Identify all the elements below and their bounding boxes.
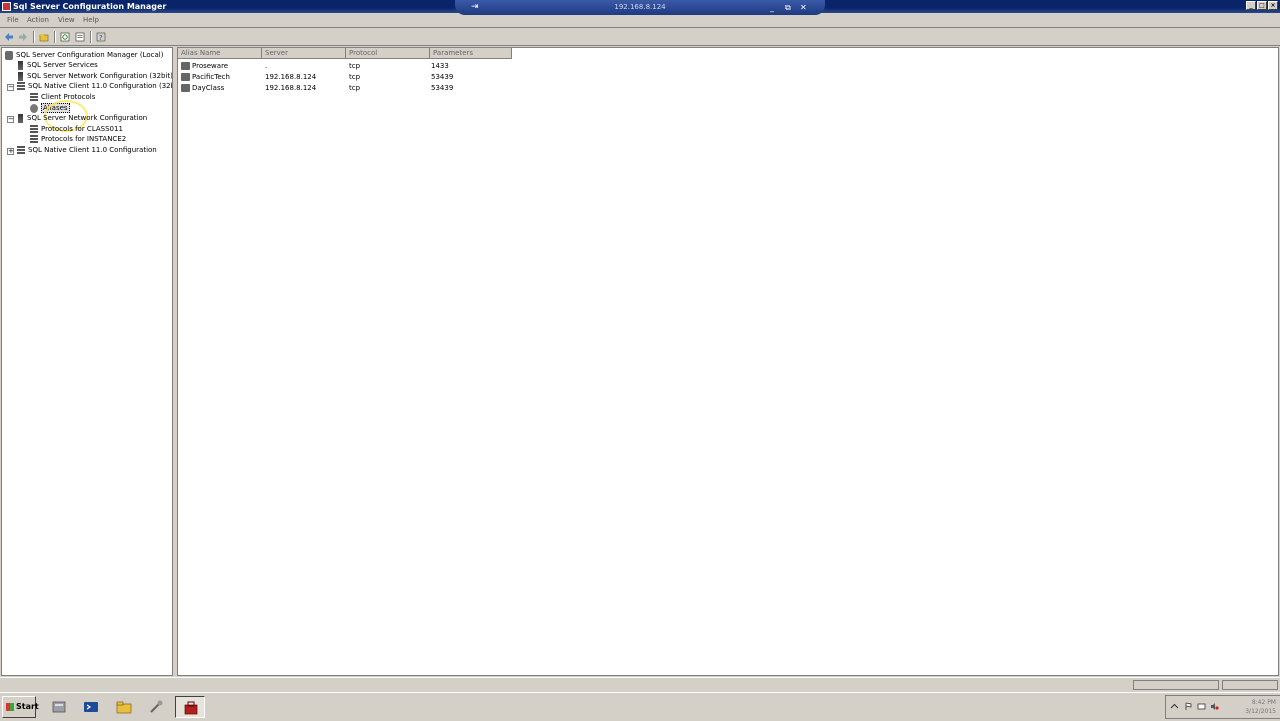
alias-parameters: 1433: [431, 62, 449, 70]
network-icon[interactable]: [1197, 702, 1206, 711]
tree-expander-collapse[interactable]: −: [7, 84, 14, 91]
server-icon: [18, 71, 23, 81]
tools-icon: [150, 700, 163, 713]
toolbar-separator: [90, 31, 92, 43]
alias-icon: [181, 84, 190, 92]
tree-item-native-client[interactable]: SQL Native Client 11.0 Configuration: [17, 145, 157, 155]
alias-protocol: tcp: [349, 73, 361, 81]
action-center-flag-icon[interactable]: [1184, 702, 1193, 711]
toolbox-icon: [184, 701, 198, 715]
export-list-icon[interactable]: [75, 32, 85, 42]
volume-muted-icon[interactable]: [1210, 702, 1219, 711]
tree-expander-collapse[interactable]: −: [7, 116, 14, 123]
help-icon[interactable]: ?: [96, 32, 106, 42]
alias-name: PacificTech: [192, 73, 230, 81]
configuration-manager-icon: [5, 50, 13, 60]
forward-arrow-icon[interactable]: [18, 32, 28, 42]
maximize-button[interactable]: □: [1257, 1, 1267, 10]
window-controls: _ □ ×: [1246, 1, 1278, 10]
minimize-button[interactable]: _: [1246, 1, 1256, 10]
aliases-icon: [30, 103, 38, 113]
taskbar-server-manager[interactable]: [44, 696, 74, 718]
column-header-protocol[interactable]: Protocol: [346, 48, 430, 59]
alias-protocol: tcp: [349, 62, 361, 70]
menu-bar: File Action View Help: [0, 15, 1280, 28]
tree-item-sql-server-services[interactable]: SQL Server Services: [17, 60, 98, 70]
protocols-icon: [30, 92, 38, 102]
taskbar: Start 8:42 PM 3/12/2015: [0, 692, 1280, 721]
remote-restore-button[interactable]: ⧉: [785, 0, 791, 15]
tree-item-protocols-class011[interactable]: Protocols for CLASS011: [30, 124, 123, 134]
native-client-icon: [17, 145, 25, 155]
tree-item-network-config-32bit[interactable]: SQL Server Network Configuration (32bit): [17, 71, 172, 81]
chevron-up-icon[interactable]: [1170, 702, 1179, 711]
alias-parameters: 53439: [431, 73, 454, 81]
clock-time: 8:42 PM: [1251, 699, 1276, 706]
close-button[interactable]: ×: [1268, 1, 1278, 10]
start-button[interactable]: Start: [2, 696, 39, 718]
results-list[interactable]: Alias Name Server Protocol Parameters Pr…: [177, 47, 1279, 676]
menu-view[interactable]: View: [58, 16, 75, 24]
refresh-icon[interactable]: [60, 32, 70, 42]
alias-icon: [181, 62, 190, 70]
menu-help[interactable]: Help: [83, 16, 99, 24]
powershell-icon: [84, 702, 98, 712]
toolbar-separator: [54, 31, 56, 43]
tree-item-native-client-32bit[interactable]: SQL Native Client 11.0 Configuration (32…: [17, 81, 172, 91]
clock[interactable]: 8:42 PM 3/12/2015: [1245, 698, 1276, 716]
taskbar-sql-configuration-manager[interactable]: [175, 696, 205, 718]
tree-root[interactable]: SQL Server Configuration Manager (Local): [5, 50, 163, 60]
status-pane: [1222, 680, 1278, 690]
taskbar-file-explorer[interactable]: [109, 696, 139, 718]
windows-logo-icon: [6, 703, 14, 711]
remote-minimize-button[interactable]: _: [770, 0, 774, 15]
table-row[interactable]: DayClass 192.168.8.124 tcp 53439: [178, 83, 778, 94]
server-icon: [18, 60, 23, 70]
toolbar-separator: [33, 31, 35, 43]
tree-item-protocols-instance2[interactable]: Protocols for INSTANCE2: [30, 134, 126, 144]
svg-text:?: ?: [99, 34, 103, 42]
folder-up-icon[interactable]: [39, 32, 49, 42]
console-tree[interactable]: SQL Server Configuration Manager (Local)…: [1, 47, 173, 676]
tree-expander-expand[interactable]: +: [7, 148, 14, 155]
alias-icon: [181, 73, 190, 81]
alias-protocol: tcp: [349, 84, 361, 92]
server-manager-icon: [52, 701, 66, 713]
toolbar: ?: [0, 29, 1280, 46]
window-title: Sql Server Configuration Manager: [13, 2, 167, 11]
remote-desktop-bar: ⇥ 192.168.8.124 _ ⧉ ✕: [455, 0, 825, 15]
remote-close-button[interactable]: ✕: [800, 0, 807, 15]
menu-action[interactable]: Action: [27, 16, 49, 24]
table-row[interactable]: Proseware . tcp 1433: [178, 61, 778, 72]
folder-icon: [116, 701, 132, 714]
alias-server: .: [265, 62, 268, 70]
table-row[interactable]: PacificTech 192.168.8.124 tcp 53439: [178, 72, 778, 83]
alias-name: Proseware: [192, 62, 229, 70]
column-header-parameters[interactable]: Parameters: [430, 48, 512, 59]
clock-date: 3/12/2015: [1245, 708, 1276, 715]
taskbar-powershell[interactable]: [76, 696, 106, 718]
tree-item-network-config[interactable]: SQL Server Network Configuration: [17, 113, 147, 123]
column-header-alias-name[interactable]: Alias Name: [178, 48, 262, 59]
app-icon: [2, 2, 11, 11]
native-client-icon: [17, 81, 25, 91]
list-header: Alias Name Server Protocol Parameters: [178, 48, 512, 59]
alias-parameters: 53439: [431, 84, 454, 92]
protocols-icon: [30, 134, 38, 144]
alias-server: 192.168.8.124: [265, 84, 317, 92]
back-arrow-icon[interactable]: [4, 32, 14, 42]
alias-server: 192.168.8.124: [265, 73, 317, 81]
status-pane: [1133, 680, 1219, 690]
server-icon: [18, 113, 23, 123]
alias-name: DayClass: [192, 84, 225, 92]
system-tray: 8:42 PM 3/12/2015: [1165, 695, 1280, 719]
taskbar-tools[interactable]: [141, 696, 171, 718]
protocols-icon: [30, 124, 38, 134]
column-header-server[interactable]: Server: [262, 48, 346, 59]
status-bar: [0, 677, 1280, 692]
menu-file[interactable]: File: [7, 16, 19, 24]
